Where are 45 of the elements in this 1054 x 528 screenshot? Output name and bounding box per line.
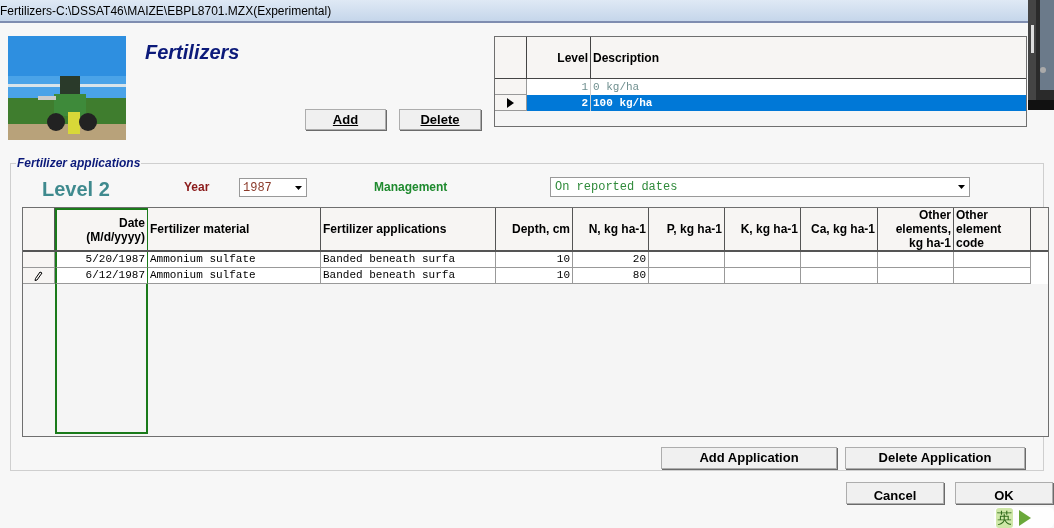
table-cell: Ammonium sulfate (148, 268, 321, 284)
column-header[interactable]: N, kg ha-1 (573, 208, 649, 250)
pencil-icon (34, 270, 43, 281)
dialog-heading: Fertilizers (145, 40, 241, 65)
table-cell-text: 0 kg/ha (592, 80, 641, 95)
column-header[interactable]: Other elements, kg ha-1 (878, 208, 954, 250)
column-header[interactable]: Date (M/d/yyyy) (55, 208, 148, 250)
column-header[interactable]: Fertilizer applications (321, 208, 496, 250)
column-header[interactable]: Ca, kg ha-1 (801, 208, 878, 250)
level-row[interactable]: 1 0 kg/ha (495, 79, 1026, 95)
delete-application-button[interactable]: Delete Application (845, 447, 1025, 469)
play-icon (1019, 509, 1031, 526)
add-application-button[interactable]: Add Application (661, 447, 837, 469)
column-header[interactable]: P, kg ha-1 (649, 208, 725, 250)
window-title: Fertilizers-C:\DSSAT46\MAIZE\EBPL8701.MZX(Experimental) (0, 2, 332, 20)
column-header[interactable]: Other element code (954, 208, 1031, 250)
row-pointer-icon (507, 97, 514, 108)
dropdown-arrow-icon (958, 185, 965, 189)
column-header: Level (527, 37, 591, 78)
management-dropdown[interactable]: On reported dates (550, 177, 970, 197)
group-title: Fertilizer applications (16, 155, 142, 171)
level-label: Level 2 (42, 177, 111, 202)
year-label: Year (184, 179, 211, 196)
table-cell: 10 (496, 268, 573, 284)
column-header: Description (592, 49, 660, 67)
input-mode-label: 英 (996, 507, 1013, 528)
dropdown-arrow-icon (295, 185, 302, 190)
table-cell: 80 (573, 268, 649, 284)
row-header[interactable] (23, 268, 55, 284)
delete-button[interactable]: Delete (399, 109, 481, 130)
cancel-button[interactable]: Cancel (846, 482, 944, 504)
ime-toolbar[interactable]: 英 (994, 507, 1054, 528)
table-cell-text: 100 kg/ha (592, 96, 654, 111)
ok-button[interactable]: OK (955, 482, 1053, 504)
management-label: Management (374, 179, 449, 196)
column-header[interactable]: Fertilizer material (148, 208, 321, 250)
table-cell: 6/12/1987 (55, 268, 148, 284)
level-row[interactable]: 2 100 kg/ha (495, 95, 1026, 111)
column-header[interactable]: K, kg ha-1 (725, 208, 801, 250)
table-cell: 2 (527, 95, 591, 111)
row-header[interactable] (495, 95, 527, 111)
year-dropdown[interactable]: 1987 (239, 178, 307, 197)
add-button[interactable]: Add (305, 109, 386, 130)
table-cell: Banded beneath surfa (321, 268, 496, 284)
column-header[interactable]: Depth, cm (496, 208, 573, 250)
